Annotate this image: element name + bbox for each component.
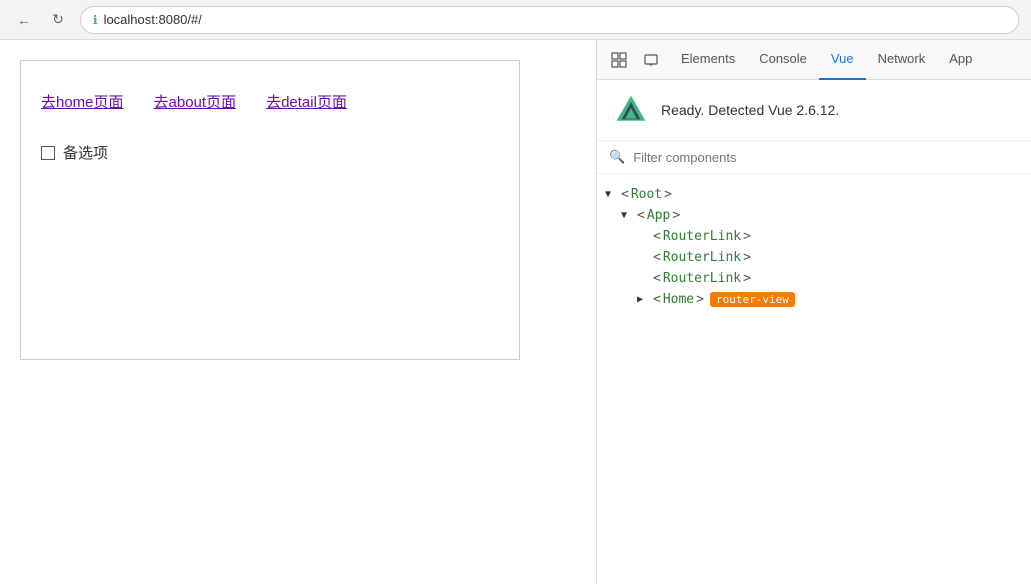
devtools-body: Ready. Detected Vue 2.6.12. 🔍 ▼ <Root> ▼… xyxy=(597,80,1031,584)
url-text: localhost:8080/#/ xyxy=(104,12,202,27)
checkbox-label: 备选项 xyxy=(63,142,108,163)
checkbox[interactable] xyxy=(41,146,55,160)
inspect-icon-button[interactable] xyxy=(605,46,633,74)
checkbox-row: 备选项 xyxy=(41,142,499,163)
tree-item-routerlink-1[interactable]: <RouterLink> xyxy=(605,226,1023,247)
page-inner: 去home页面 去about页面 去detail页面 备选项 xyxy=(20,60,520,360)
tab-app[interactable]: App xyxy=(937,40,984,80)
nav-links: 去home页面 去about页面 去detail页面 xyxy=(41,91,499,112)
main-layout: 去home页面 去about页面 去detail页面 备选项 xyxy=(0,40,1031,584)
tree-item-routerlink-3[interactable]: <RouterLink> xyxy=(605,268,1023,289)
filter-bar: 🔍 xyxy=(597,141,1031,174)
devtools-panel: Elements Console Vue Network App xyxy=(596,40,1031,584)
tree-item-home[interactable]: ▶ <Home> router-view xyxy=(605,289,1023,310)
back-button[interactable]: ← xyxy=(12,8,36,32)
search-icon: 🔍 xyxy=(609,149,625,165)
tab-elements[interactable]: Elements xyxy=(669,40,747,80)
nav-link-detail[interactable]: 去detail页面 xyxy=(266,91,347,112)
router-view-badge: router-view xyxy=(710,292,795,307)
tree-arrow-app: ▼ xyxy=(621,210,635,221)
reload-button[interactable]: ↻ xyxy=(46,8,70,32)
vue-logo xyxy=(613,92,649,128)
page-content: 去home页面 去about页面 去detail页面 备选项 xyxy=(0,40,596,584)
nav-link-about[interactable]: 去about页面 xyxy=(154,91,237,112)
tab-network[interactable]: Network xyxy=(866,40,938,80)
address-bar[interactable]: ℹ localhost:8080/#/ xyxy=(80,6,1019,34)
tree-item-app[interactable]: ▼ <App> xyxy=(605,205,1023,226)
tree-arrow-home: ▶ xyxy=(637,294,651,305)
tree-arrow-root: ▼ xyxy=(605,189,619,200)
devtools-tabs: Elements Console Vue Network App xyxy=(597,40,1031,80)
vue-header: Ready. Detected Vue 2.6.12. xyxy=(597,80,1031,141)
tab-console[interactable]: Console xyxy=(747,40,819,80)
tree-item-root[interactable]: ▼ <Root> xyxy=(605,184,1023,205)
component-tree: ▼ <Root> ▼ <App> <RouterLink> <RouterLin… xyxy=(597,174,1031,320)
browser-toolbar: ← ↻ ℹ localhost:8080/#/ xyxy=(0,0,1031,40)
nav-link-home[interactable]: 去home页面 xyxy=(41,91,124,112)
tree-item-routerlink-2[interactable]: <RouterLink> xyxy=(605,247,1023,268)
filter-input[interactable] xyxy=(633,150,1019,165)
device-icon-button[interactable] xyxy=(637,46,665,74)
tab-vue[interactable]: Vue xyxy=(819,40,866,80)
lock-icon: ℹ xyxy=(93,13,98,27)
vue-status-text: Ready. Detected Vue 2.6.12. xyxy=(661,102,839,118)
